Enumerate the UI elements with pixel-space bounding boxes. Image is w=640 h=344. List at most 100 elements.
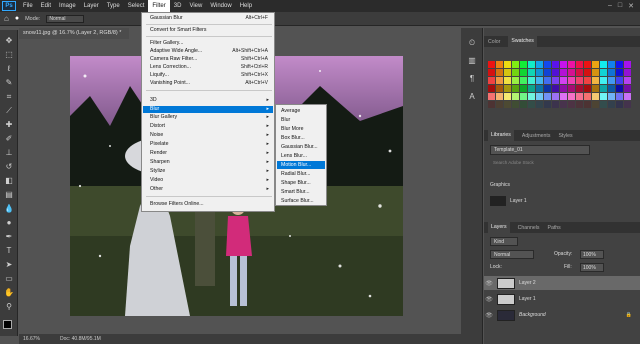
fill-input[interactable]: 100% [580,263,604,272]
color-swatch[interactable] [568,69,575,76]
color-swatch[interactable] [504,85,511,92]
color-swatch[interactable] [504,61,511,68]
layer-row[interactable]: 👁 Layer 1 [484,292,640,306]
color-swatch[interactable] [552,93,559,100]
menu-item-convert-smart-filters[interactable]: Convert for Smart Filters [150,27,207,34]
menu-item-adaptive-wide-angle[interactable]: Adaptive Wide Angle... [150,48,202,55]
submenu-item-surface-blur[interactable]: Surface Blur... [281,197,314,205]
zoom-readout[interactable]: 16.67% [23,334,40,344]
color-swatch[interactable] [544,61,551,68]
submenu-item-gaussian-blur[interactable]: Gaussian Blur... [281,143,318,151]
submenu-item-blur[interactable]: Blur [281,116,290,124]
color-swatch[interactable] [600,85,607,92]
color-swatch[interactable] [568,101,575,108]
submenu-item-smart-blur[interactable]: Smart Blur... [281,188,310,196]
graphics-thumbnail[interactable] [490,196,506,206]
color-swatch[interactable] [520,61,527,68]
color-swatch[interactable] [576,69,583,76]
color-swatch[interactable] [592,77,599,84]
eye-icon[interactable]: 👁 [484,312,494,319]
color-swatch[interactable] [536,61,543,68]
minimize-icon[interactable]: – [608,2,612,10]
menu-item-other[interactable]: Other [150,186,163,193]
color-swatch[interactable] [488,101,495,108]
menu-image[interactable]: Image [55,0,80,12]
stock-search-input[interactable]: Search Adobe Stock [490,158,630,167]
color-swatch[interactable] [584,93,591,100]
submenu-item-average[interactable]: Average [281,107,300,115]
color-swatch[interactable] [616,85,623,92]
menu-item-sharpen[interactable]: Sharpen [150,159,170,166]
color-swatch[interactable] [608,61,615,68]
color-swatch[interactable] [608,77,615,84]
color-swatch[interactable] [560,69,567,76]
shape-tool-icon[interactable]: ▭ [3,274,15,284]
color-swatch[interactable] [496,61,503,68]
layer-name[interactable]: Layer 2 [519,280,536,286]
color-swatch[interactable] [488,93,495,100]
tab-adjustments[interactable]: Adjustments [522,133,551,139]
color-swatch[interactable] [568,85,575,92]
move-tool-icon[interactable]: ✥ [3,36,15,46]
color-swatch[interactable] [552,85,559,92]
lasso-tool-icon[interactable]: ℓ [3,64,15,74]
eye-icon[interactable]: 👁 [484,296,494,303]
tab-layers[interactable]: Layers [488,222,510,233]
color-swatch[interactable] [608,93,615,100]
color-swatch[interactable] [536,93,543,100]
color-swatch[interactable] [528,93,535,100]
home-icon[interactable]: ⌂ [4,14,9,23]
color-swatch[interactable] [504,77,511,84]
color-swatch[interactable] [544,69,551,76]
color-swatch[interactable] [600,77,607,84]
properties-panel-icon[interactable]: ▥ [466,56,478,66]
color-swatch[interactable] [528,85,535,92]
menu-item-browse-filters-online[interactable]: Browse Filters Online... [150,201,204,208]
graphics-item-label[interactable]: Layer 1 [510,198,527,204]
color-swatch[interactable] [600,101,607,108]
color-swatch[interactable] [584,77,591,84]
menu-view[interactable]: View [185,0,206,12]
color-swatch[interactable] [616,61,623,68]
color-swatch[interactable] [544,85,551,92]
menu-item-vanishing-point[interactable]: Vanishing Point... [150,80,190,87]
tab-channels[interactable]: Channels [518,225,540,231]
color-swatch[interactable] [624,101,631,108]
color-swatch[interactable] [512,77,519,84]
color-swatch[interactable] [528,61,535,68]
layer-name[interactable]: Background [519,312,546,318]
color-swatch[interactable] [512,69,519,76]
color-swatch[interactable] [536,69,543,76]
color-swatch[interactable] [512,101,519,108]
menu-file[interactable]: File [19,0,37,12]
submenu-item-lens-blur[interactable]: Lens Blur... [281,152,307,160]
submenu-item-motion-blur[interactable]: Motion Blur... [277,161,325,169]
type-tool-icon[interactable]: T [3,246,15,256]
menu-item-filter-gallery[interactable]: Filter Gallery... [150,40,183,47]
color-swatch[interactable] [520,101,527,108]
menu-help[interactable]: Help [236,0,256,12]
color-swatch[interactable] [584,101,591,108]
menu-select[interactable]: Select [124,0,149,12]
color-swatch[interactable] [576,101,583,108]
menu-window[interactable]: Window [206,0,235,12]
color-swatch[interactable] [584,85,591,92]
swatches-grid[interactable] [484,61,640,121]
color-swatch[interactable] [568,93,575,100]
color-swatch[interactable] [536,101,543,108]
menu-filter[interactable]: Filter [148,0,170,12]
tab-swatches[interactable]: Swatches [508,36,537,47]
gradient-tool-icon[interactable]: ▤ [3,190,15,200]
eye-icon[interactable]: 👁 [484,280,494,287]
color-swatch[interactable] [616,93,623,100]
color-swatch[interactable] [528,101,535,108]
library-select[interactable]: Template_01 [490,145,590,155]
color-swatch[interactable] [512,85,519,92]
tab-color[interactable]: Color [488,39,500,45]
color-swatch[interactable] [560,85,567,92]
color-swatch[interactable] [608,69,615,76]
menu-item-distort[interactable]: Distort [150,123,165,130]
color-swatch[interactable] [600,61,607,68]
color-swatch[interactable] [608,85,615,92]
history-panel-icon[interactable]: ⏲ [466,38,478,48]
